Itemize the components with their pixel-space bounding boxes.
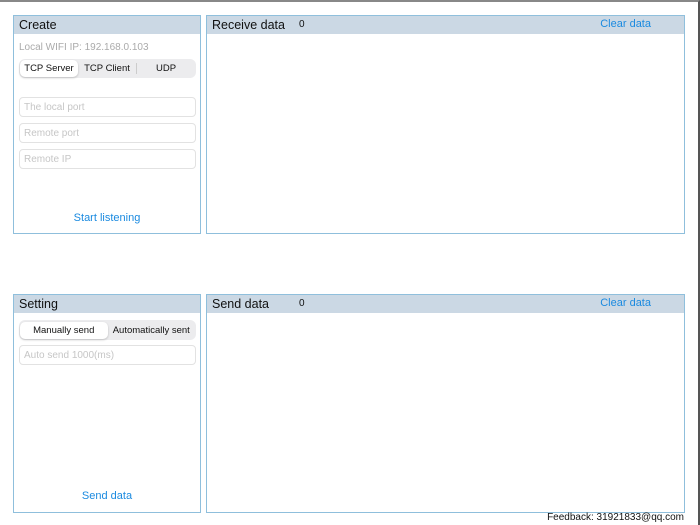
tab-tcp-server[interactable]: TCP Server	[20, 60, 78, 77]
send-panel: Send data 0 Clear data	[206, 294, 685, 513]
create-title: Create	[19, 18, 57, 32]
feedback-label: Feedback: 31921833@qq.com	[547, 512, 684, 523]
protocol-segmented-control[interactable]: TCP Server TCP Client UDP	[19, 59, 196, 78]
local-ip-label: Local WIFI IP: 192.168.0.103	[19, 42, 149, 53]
receive-title: Receive data	[212, 18, 285, 32]
receive-data-area[interactable]	[207, 34, 684, 233]
create-header: Create	[14, 16, 200, 34]
setting-header: Setting	[14, 295, 200, 313]
local-port-input[interactable]	[19, 97, 196, 117]
send-title: Send data	[212, 297, 269, 311]
send-data-area[interactable]	[207, 313, 684, 512]
clear-send-button[interactable]: Clear data	[600, 297, 651, 309]
receive-header: Receive data 0 Clear data	[207, 16, 684, 34]
tab-udp[interactable]: UDP	[137, 60, 195, 77]
setting-title: Setting	[19, 297, 58, 311]
send-header: Send data 0 Clear data	[207, 295, 684, 313]
tab-automatically-sent[interactable]: Automatically sent	[108, 322, 196, 339]
tab-manually-send[interactable]: Manually send	[20, 321, 108, 339]
setting-panel: Setting Manually send Automatically sent…	[13, 294, 201, 513]
send-mode-segmented-control[interactable]: Manually send Automatically sent	[19, 320, 196, 340]
remote-port-input[interactable]	[19, 123, 196, 143]
start-listening-button[interactable]: Start listening	[14, 212, 200, 224]
send-data-button[interactable]: Send data	[14, 490, 200, 502]
receive-count: 0	[299, 19, 305, 30]
tab-tcp-client[interactable]: TCP Client	[78, 63, 137, 74]
create-panel: Create Local WIFI IP: 192.168.0.103 TCP …	[13, 15, 201, 234]
auto-send-interval-input[interactable]	[19, 345, 196, 365]
clear-receive-button[interactable]: Clear data	[600, 18, 651, 30]
send-count: 0	[299, 298, 305, 309]
remote-ip-input[interactable]	[19, 149, 196, 169]
receive-panel: Receive data 0 Clear data	[206, 15, 685, 234]
